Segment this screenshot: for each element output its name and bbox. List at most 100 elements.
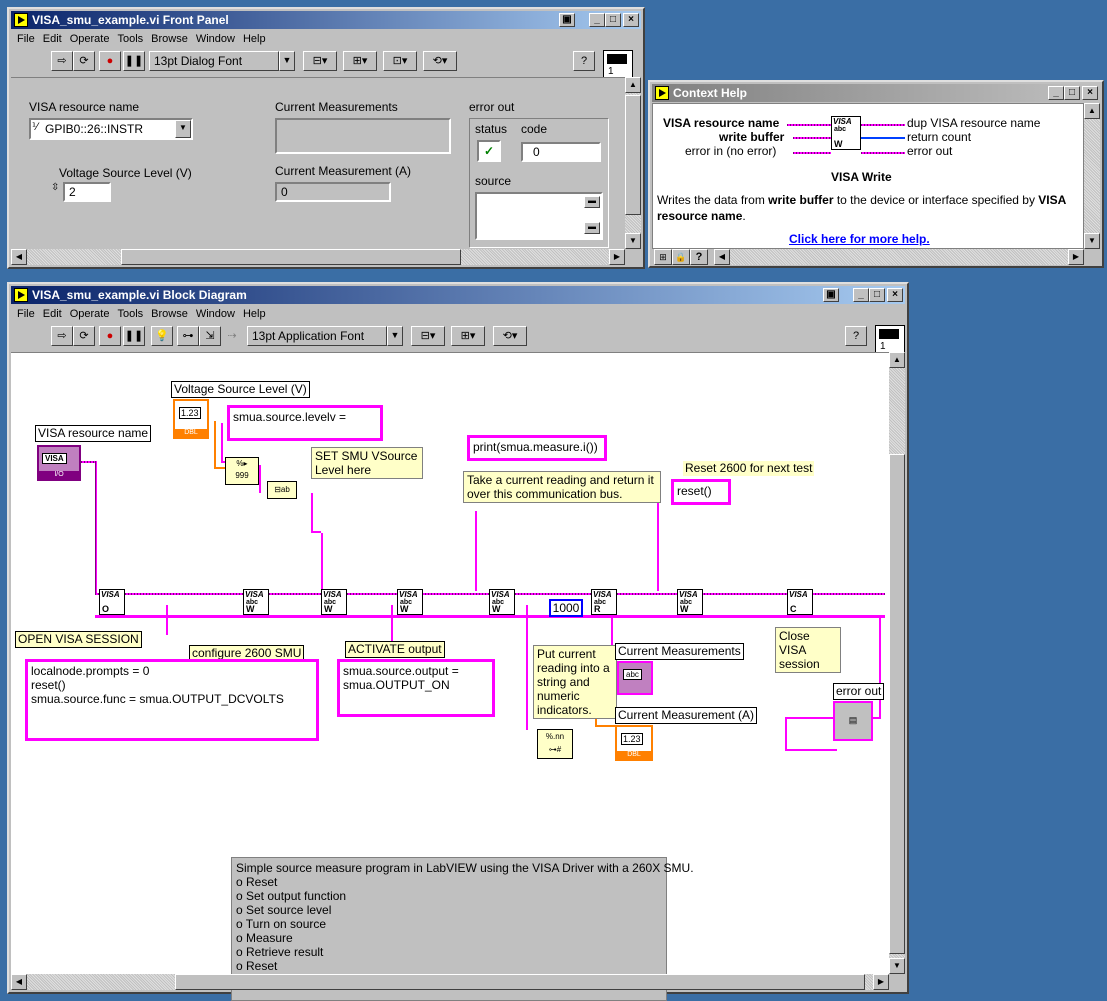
scan-from-string-node[interactable]: %.nn ⊶# bbox=[537, 729, 573, 759]
bd-align-objects-icon[interactable]: ⊟▾ bbox=[411, 326, 445, 346]
restore-icon[interactable]: ▣ bbox=[559, 13, 575, 27]
menu-file[interactable]: File bbox=[17, 33, 35, 45]
bd-maximize-button[interactable]: □ bbox=[869, 288, 885, 302]
string-reset-constant[interactable]: reset() bbox=[671, 479, 731, 505]
menu-help[interactable]: Help bbox=[243, 33, 266, 45]
visa-write-node-4[interactable]: VISA abc W bbox=[489, 589, 515, 615]
voltage-increment-icon[interactable]: ⇳ bbox=[51, 182, 59, 193]
io-browse-icon[interactable]: ⅟ bbox=[32, 122, 38, 133]
bd-menu-help[interactable]: Help bbox=[243, 308, 266, 320]
hscroll-thumb[interactable] bbox=[121, 249, 461, 265]
bd-hscroll[interactable]: ◀ ▶ bbox=[11, 974, 889, 990]
context-help-titlebar[interactable]: Context Help _ □ × bbox=[652, 84, 1100, 102]
help-scroll-down-icon[interactable]: ▼ bbox=[1084, 233, 1100, 249]
voltage-terminal[interactable]: 1.23 DBL bbox=[173, 399, 209, 439]
scroll-up-icon[interactable]: ▲ bbox=[625, 77, 641, 93]
front-panel-titlebar[interactable]: VISA_smu_example.vi Front Panel ▣ _ □ × bbox=[11, 11, 641, 29]
close-button[interactable]: × bbox=[623, 13, 639, 27]
source-scroll-down-icon[interactable]: ▬ bbox=[584, 222, 600, 234]
bd-scroll-down-icon[interactable]: ▼ bbox=[889, 958, 905, 974]
scroll-right-icon[interactable]: ▶ bbox=[609, 249, 625, 265]
visa-resource-field[interactable]: GPIB0::26::INSTR bbox=[29, 118, 193, 140]
bd-distribute-objects-icon[interactable]: ⊞▾ bbox=[451, 326, 485, 346]
bd-scroll-up-icon[interactable]: ▲ bbox=[889, 352, 905, 368]
current-measurements-terminal[interactable]: abc bbox=[617, 661, 653, 695]
bd-minimize-button[interactable]: _ bbox=[853, 288, 869, 302]
format-into-string-node[interactable]: %▸ 999 bbox=[225, 457, 259, 485]
bd-scroll-left-icon[interactable]: ◀ bbox=[11, 974, 27, 990]
abort-icon[interactable]: ● bbox=[99, 51, 121, 71]
byte-count-constant[interactable]: 1000 bbox=[549, 599, 583, 617]
bd-close-button[interactable]: × bbox=[887, 288, 903, 302]
bd-vscroll[interactable]: ▲ ▼ bbox=[889, 352, 905, 974]
scroll-down-icon[interactable]: ▼ bbox=[625, 233, 641, 249]
bd-restore-icon[interactable]: ▣ bbox=[823, 288, 839, 302]
string-activate-constant[interactable]: smua.source.output = smua.OUTPUT_ON bbox=[337, 659, 495, 717]
help-question-icon[interactable]: ? bbox=[690, 249, 708, 265]
menu-operate[interactable]: Operate bbox=[70, 33, 110, 45]
front-panel-hscroll[interactable]: ◀ ▶ bbox=[11, 249, 625, 265]
visa-write-node-2[interactable]: VISA abc W bbox=[321, 589, 347, 615]
run-arrow-icon[interactable]: ⇨ bbox=[51, 51, 73, 71]
reorder-icon[interactable]: ⟲▾ bbox=[423, 51, 457, 71]
bd-context-help-icon[interactable]: ? bbox=[845, 326, 867, 346]
help-close-button[interactable]: × bbox=[1082, 86, 1098, 100]
scroll-thumb[interactable] bbox=[625, 95, 641, 215]
help-maximize-button[interactable]: □ bbox=[1064, 86, 1080, 100]
source-scroll-up-icon[interactable]: ▬ bbox=[584, 196, 600, 208]
visa-resource-terminal[interactable]: VISA I/O bbox=[37, 445, 81, 481]
help-scroll-up-icon[interactable]: ▲ bbox=[1084, 103, 1100, 119]
concatenate-strings-node[interactable]: ⊟ab bbox=[267, 481, 297, 499]
help-scroll-left-icon[interactable]: ◀ bbox=[714, 249, 730, 265]
visa-read-node[interactable]: VISA abc R bbox=[591, 589, 617, 615]
visa-close-node[interactable]: VISA C bbox=[787, 589, 813, 615]
bd-pause-icon[interactable]: ❚❚ bbox=[123, 326, 145, 346]
bd-run-continuously-icon[interactable]: ⟳ bbox=[73, 326, 95, 346]
bd-font-dropdown-icon[interactable]: ▼ bbox=[387, 326, 403, 346]
string-print-constant[interactable]: print(smua.measure.i()) bbox=[467, 435, 607, 461]
help-vscroll[interactable]: ▲ ▼ bbox=[1084, 103, 1100, 249]
help-lock-icon[interactable]: ⊞ bbox=[654, 249, 672, 265]
error-out-terminal[interactable]: ▤ bbox=[833, 701, 873, 741]
highlight-execution-icon[interactable]: 💡 bbox=[151, 326, 173, 346]
help-scroll-right-icon[interactable]: ▶ bbox=[1068, 249, 1084, 265]
string-config-constant[interactable]: localnode.prompts = 0 reset() smua.sourc… bbox=[25, 659, 319, 741]
visa-dropdown-icon[interactable]: ▼ bbox=[175, 120, 191, 138]
help-more-link[interactable]: Click here for more help. bbox=[789, 232, 930, 246]
align-objects-icon[interactable]: ⊟▾ bbox=[303, 51, 337, 71]
string-level-constant[interactable]: smua.source.levelv = bbox=[227, 405, 383, 441]
current-measurement-a-terminal[interactable]: 1.23 DBL bbox=[615, 725, 653, 761]
maximize-button[interactable]: □ bbox=[605, 13, 621, 27]
retain-wire-values-icon[interactable]: ⊶ bbox=[177, 326, 199, 346]
menu-edit[interactable]: Edit bbox=[43, 33, 62, 45]
run-continuously-icon[interactable]: ⟳ bbox=[73, 51, 95, 71]
bd-font-selector[interactable]: 13pt Application Font bbox=[247, 326, 387, 346]
bd-menu-file[interactable]: File bbox=[17, 308, 35, 320]
font-dropdown-icon[interactable]: ▼ bbox=[279, 51, 295, 71]
step-over-icon[interactable]: ⇢ bbox=[221, 326, 243, 346]
help-detail-icon[interactable]: 🔒 bbox=[672, 249, 690, 265]
visa-write-node-1[interactable]: VISA abc W bbox=[243, 589, 269, 615]
bd-scroll-right-icon[interactable]: ▶ bbox=[873, 974, 889, 990]
menu-tools[interactable]: Tools bbox=[117, 33, 143, 45]
pause-icon[interactable]: ❚❚ bbox=[123, 51, 145, 71]
menu-browse[interactable]: Browse bbox=[151, 33, 188, 45]
visa-open-node[interactable]: VISA O bbox=[99, 589, 125, 615]
step-into-icon[interactable]: ⇲ bbox=[199, 326, 221, 346]
bd-reorder-icon[interactable]: ⟲▾ bbox=[493, 326, 527, 346]
bd-hscroll-thumb[interactable] bbox=[175, 974, 865, 990]
scroll-left-icon[interactable]: ◀ bbox=[11, 249, 27, 265]
bd-menu-edit[interactable]: Edit bbox=[43, 308, 62, 320]
front-panel-vscroll[interactable]: ▲ ▼ bbox=[625, 77, 641, 249]
bd-menu-operate[interactable]: Operate bbox=[70, 308, 110, 320]
block-diagram-titlebar[interactable]: VISA_smu_example.vi Block Diagram ▣ _ □ × bbox=[11, 286, 905, 304]
help-hscroll[interactable]: ◀ ▶ bbox=[714, 249, 1084, 265]
bd-abort-icon[interactable]: ● bbox=[99, 326, 121, 346]
bd-scroll-thumb[interactable] bbox=[889, 454, 905, 954]
font-selector[interactable]: 13pt Dialog Font bbox=[149, 51, 279, 71]
visa-write-node-5[interactable]: VISA abc W bbox=[677, 589, 703, 615]
distribute-objects-icon[interactable]: ⊞▾ bbox=[343, 51, 377, 71]
bd-menu-browse[interactable]: Browse bbox=[151, 308, 188, 320]
voltage-level-input[interactable]: 2 bbox=[63, 182, 111, 202]
visa-write-node-3[interactable]: VISA abc W bbox=[397, 589, 423, 615]
